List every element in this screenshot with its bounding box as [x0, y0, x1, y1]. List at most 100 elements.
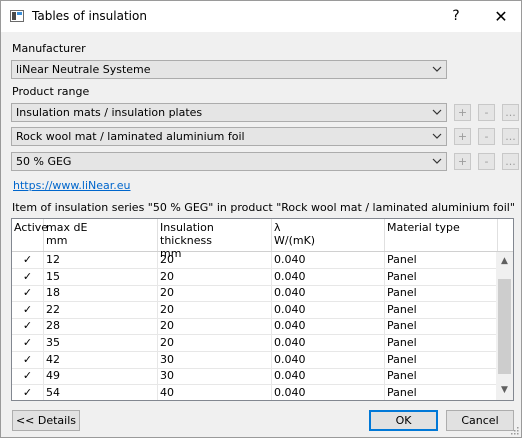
active-checkbox[interactable]: ✓ — [12, 285, 44, 302]
table-row[interactable]: ✓ 22 20 0.040 Panel — [12, 301, 498, 319]
chevron-down-icon — [432, 66, 442, 72]
cell-thickness[interactable]: 20 — [158, 318, 272, 335]
cell-material[interactable]: Panel — [385, 318, 498, 335]
cell-lambda[interactable]: 0.040 — [272, 285, 385, 302]
cell-lambda[interactable]: 0.040 — [272, 268, 385, 285]
details-button[interactable]: << Details — [12, 410, 80, 431]
table-row[interactable]: ✓ 15 20 0.040 Panel — [12, 268, 498, 286]
chevron-down-icon — [432, 109, 442, 115]
manufacturer-value: liNear Neutrale Systeme — [16, 63, 151, 76]
cell-thickness[interactable]: 30 — [158, 368, 272, 385]
column-header-thickness[interactable]: Insulation thickness mm — [158, 219, 272, 260]
cell-max-de[interactable]: 49 — [44, 368, 158, 385]
table-app-icon — [10, 10, 24, 22]
series-dropdown[interactable]: 50 % GEG — [11, 152, 447, 171]
cell-thickness[interactable]: 20 — [158, 252, 272, 268]
table-row[interactable]: ✓ 12 20 0.040 Panel — [12, 252, 498, 269]
title-bar[interactable]: Tables of insulation ? ✕ — [1, 1, 521, 32]
close-button[interactable]: ✕ — [481, 1, 521, 32]
table-row[interactable]: ✓ 49 30 0.040 Panel — [12, 368, 498, 386]
insulation-table: Active max dE mm Insulation thickness mm… — [11, 218, 514, 401]
cell-thickness[interactable]: 20 — [158, 301, 272, 318]
active-checkbox[interactable]: ✓ — [12, 368, 44, 385]
cell-max-de[interactable]: 15 — [44, 268, 158, 285]
vertical-scrollbar[interactable]: ▲ ▼ — [496, 252, 513, 400]
product-group-dropdown[interactable]: Insulation mats / insulation plates — [11, 103, 447, 122]
cell-thickness[interactable]: 20 — [158, 268, 272, 285]
product-value: Rock wool mat / laminated aluminium foil — [16, 130, 245, 143]
ok-button[interactable]: OK — [369, 410, 438, 431]
series-value: 50 % GEG — [16, 155, 72, 168]
cell-lambda[interactable]: 0.040 — [272, 335, 385, 351]
cell-lambda[interactable]: 0.040 — [272, 252, 385, 268]
cell-material[interactable]: Panel — [385, 285, 498, 302]
cell-material[interactable]: Panel — [385, 384, 498, 400]
table-caption: Item of insulation series "50 % GEG" in … — [12, 201, 515, 214]
cell-material[interactable]: Panel — [385, 368, 498, 385]
cell-max-de[interactable]: 35 — [44, 335, 158, 351]
cancel-button[interactable]: Cancel — [446, 410, 514, 431]
column-header-material[interactable]: Material type — [385, 219, 498, 251]
cell-max-de[interactable]: 42 — [44, 351, 158, 368]
cell-max-de[interactable]: 54 — [44, 384, 158, 400]
cell-material[interactable]: Panel — [385, 335, 498, 351]
cell-thickness[interactable]: 40 — [158, 384, 272, 400]
cell-thickness[interactable]: 30 — [158, 351, 272, 368]
active-checkbox[interactable]: ✓ — [12, 268, 44, 285]
cell-thickness[interactable]: 20 — [158, 285, 272, 302]
cell-max-de[interactable]: 12 — [44, 252, 158, 268]
column-header-lambda[interactable]: λ W/(mK) — [272, 219, 385, 251]
cell-lambda[interactable]: 0.040 — [272, 318, 385, 335]
cell-material[interactable]: Panel — [385, 268, 498, 285]
table-row[interactable]: ✓ 35 20 0.040 Panel — [12, 335, 498, 352]
add-product-button[interactable]: + — [454, 128, 471, 145]
active-checkbox[interactable]: ✓ — [12, 384, 44, 400]
active-checkbox[interactable]: ✓ — [12, 252, 44, 268]
edit-product-group-button[interactable]: ... — [502, 104, 519, 121]
manufacturer-dropdown[interactable]: liNear Neutrale Systeme — [11, 60, 447, 79]
active-checkbox[interactable]: ✓ — [12, 301, 44, 318]
table-row[interactable]: ✓ 18 20 0.040 Panel — [12, 285, 498, 303]
cell-lambda[interactable]: 0.040 — [272, 368, 385, 385]
window-title: Tables of insulation — [32, 9, 147, 23]
cell-lambda[interactable]: 0.040 — [272, 301, 385, 318]
add-series-button[interactable]: + — [454, 153, 471, 170]
cell-material[interactable]: Panel — [385, 301, 498, 318]
table-row[interactable]: ✓ 28 20 0.040 Panel — [12, 318, 498, 336]
scroll-up-icon[interactable]: ▲ — [496, 254, 513, 269]
edit-product-button[interactable]: ... — [502, 128, 519, 145]
product-dropdown[interactable]: Rock wool mat / laminated aluminium foil — [11, 127, 447, 146]
product-range-label: Product range — [12, 85, 90, 98]
remove-product-button[interactable]: - — [478, 128, 495, 145]
cell-lambda[interactable]: 0.040 — [272, 351, 385, 368]
resize-grip-icon[interactable] — [509, 425, 519, 435]
edit-series-button[interactable]: ... — [502, 153, 519, 170]
add-product-group-button[interactable]: + — [454, 104, 471, 121]
active-checkbox[interactable]: ✓ — [12, 318, 44, 335]
cell-max-de[interactable]: 28 — [44, 318, 158, 335]
help-button[interactable]: ? — [439, 1, 473, 32]
insulation-tables-dialog: Tables of insulation ? ✕ Manufacturer li… — [0, 0, 522, 438]
remove-series-button[interactable]: - — [478, 153, 495, 170]
cell-max-de[interactable]: 22 — [44, 301, 158, 318]
table-row[interactable]: ✓ 42 30 0.040 Panel — [12, 351, 498, 369]
chevron-down-icon — [432, 133, 442, 139]
column-header-active[interactable]: Active — [12, 219, 48, 251]
manufacturer-label: Manufacturer — [12, 42, 86, 55]
cell-max-de[interactable]: 18 — [44, 285, 158, 302]
column-header-max-de[interactable]: max dE mm — [44, 219, 158, 251]
cell-material[interactable]: Panel — [385, 252, 498, 268]
scrollbar-thumb[interactable] — [498, 279, 511, 374]
product-group-value: Insulation mats / insulation plates — [16, 106, 203, 119]
scroll-down-icon[interactable]: ▼ — [496, 383, 513, 398]
cell-lambda[interactable]: 0.040 — [272, 384, 385, 400]
remove-product-group-button[interactable]: - — [478, 104, 495, 121]
active-checkbox[interactable]: ✓ — [12, 335, 44, 351]
table-row[interactable]: ✓ 54 40 0.040 Panel — [12, 384, 498, 400]
table-header: Active max dE mm Insulation thickness mm… — [12, 219, 513, 260]
website-link[interactable]: https://www.liNear.eu — [13, 179, 131, 192]
chevron-down-icon — [432, 158, 442, 164]
cell-material[interactable]: Panel — [385, 351, 498, 368]
cell-thickness[interactable]: 20 — [158, 335, 272, 351]
active-checkbox[interactable]: ✓ — [12, 351, 44, 368]
